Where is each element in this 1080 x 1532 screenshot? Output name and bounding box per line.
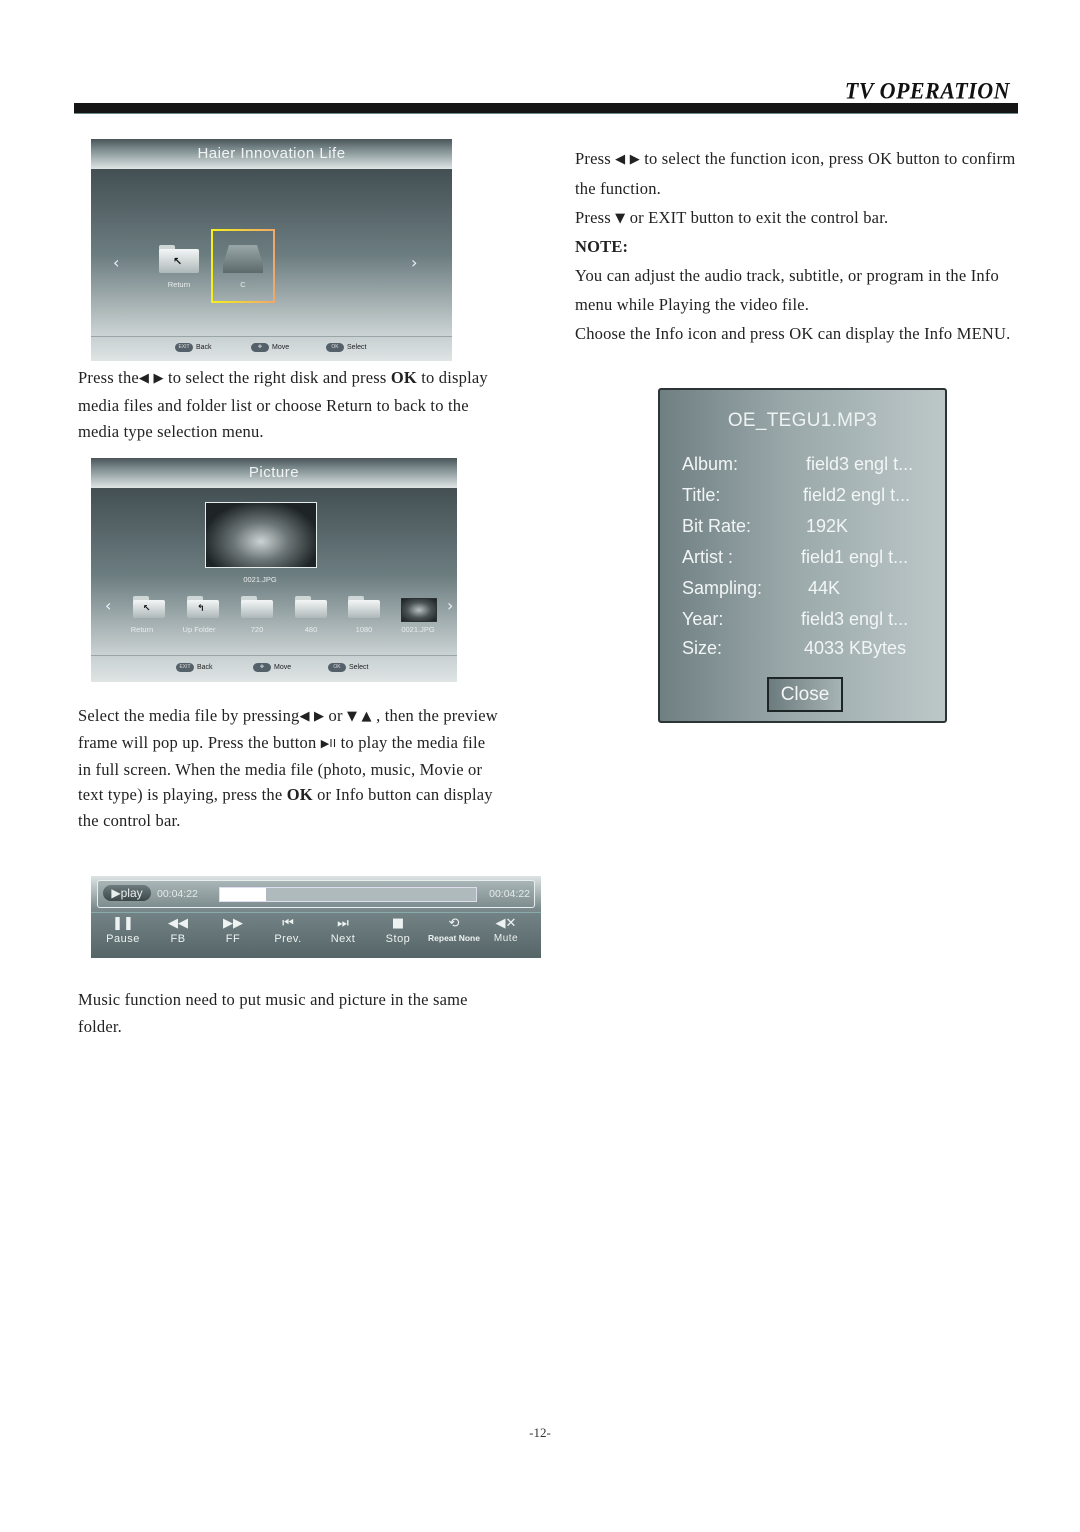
next-button[interactable]: ⏭ Next [315, 915, 371, 945]
move-key-icon: ✥ [253, 663, 271, 672]
folder-icon [295, 596, 327, 618]
progress-bar[interactable] [219, 887, 477, 902]
note-label: NOTE: [575, 237, 629, 256]
pause-button[interactable]: ❚❚ Pause [95, 915, 151, 945]
album-value: field3 engl t... [806, 454, 914, 474]
size-value: 4033 KBytes [804, 638, 907, 658]
control-buttons: ❚❚ Pause ◀◀ FB ▶▶ FF ⏮ Prev. ⏭ Next ■ Stop ⟲ Re… [91, 912, 541, 958]
bitrate-value: 192K [806, 516, 849, 536]
move-hint: ✥ Move [251, 343, 289, 352]
left-arrow-icon[interactable]: ‹ [105, 596, 111, 615]
back-hint: EXIT Back [176, 663, 213, 672]
right-arrow-icon[interactable]: › [411, 253, 417, 272]
fast-forward-button[interactable]: ▶▶ FF [205, 915, 261, 945]
screen-footer: EXIT Back ✥ Move OK Select [91, 655, 457, 682]
rewind-icon: ◀◀ [168, 916, 188, 931]
disk-c-item[interactable]: C [211, 229, 275, 303]
page-number: -12- [529, 1425, 551, 1440]
image-thumbnail-icon [401, 598, 437, 622]
album-label: Album: [682, 454, 739, 474]
repeat-icon: ⟲ [448, 916, 460, 931]
screen-title: Picture [91, 458, 457, 488]
size-label: Size: [682, 638, 723, 658]
status-strip: ▶play 00:04:22 00:04:22 [97, 880, 535, 908]
move-hint: ✥ Move [253, 663, 291, 672]
year-value: field3 engl t... [801, 609, 909, 629]
skip-previous-icon: ⏮ [282, 916, 294, 931]
disk-select-screen: Haier Innovation Life ‹ › ↖ Return C EXI… [91, 139, 452, 361]
elapsed-time: 00:04:22 [157, 888, 198, 900]
mute-button[interactable]: ◀✕ Mute [478, 915, 534, 944]
function-instructions: Press ◀ ▶ to select the function icon, p… [575, 144, 1035, 348]
down-up-arrows-icon: ▼ ▲ [347, 709, 372, 724]
pause-icon: ❚❚ [112, 916, 134, 931]
preview-frame [205, 502, 317, 568]
picture-browser-screen: Picture 0021.JPG ‹ › ↖ Return ↰ Up Folde… [91, 458, 457, 682]
ok-key-icon: OK [328, 663, 346, 672]
note-text-2: Choose the Info icon and press OK can di… [575, 324, 1011, 343]
play-status-badge: ▶play [103, 885, 151, 901]
left-right-arrows-icon: ◀ ▶ [615, 152, 640, 167]
folder-icon [348, 596, 380, 618]
title-label: Title: [682, 485, 721, 505]
stop-icon: ■ [391, 916, 405, 931]
left-right-arrows-icon: ◀ ▶ [299, 709, 325, 724]
stop-button[interactable]: ■ Stop [370, 915, 426, 945]
exit-key-icon: EXIT [176, 663, 194, 672]
header-rule [74, 103, 1018, 114]
info-dialog-title: OE_TEGU1.MP3 [727, 410, 878, 431]
artist-value: field1 engl t... [801, 547, 909, 567]
screen-title: Haier Innovation Life [91, 139, 452, 169]
bitrate-label: Bit Rate: [682, 516, 752, 536]
fast-forward-icon: ▶▶ [223, 916, 243, 931]
sampling-label: Sampling: [682, 578, 763, 598]
ok-key-icon: OK [326, 343, 344, 352]
progress-fill [220, 888, 267, 901]
disk-drive-icon [223, 245, 263, 273]
fast-backward-button[interactable]: ◀◀ FB [150, 915, 206, 945]
back-hint: EXIT Back [175, 343, 212, 352]
exit-key-icon: EXIT [175, 343, 193, 352]
media-select-instructions: Select the media file by pressing◀ ▶ or … [78, 706, 498, 831]
close-button[interactable]: Close [767, 677, 843, 712]
artist-label: Artist : [682, 547, 734, 567]
move-key-icon: ✥ [251, 343, 269, 352]
mute-icon: ◀✕ [495, 916, 517, 931]
left-right-arrows-icon: ◀ ▶ [138, 371, 164, 386]
return-folder-icon: ↖ [133, 596, 165, 618]
return-label: Return [167, 280, 191, 289]
total-time: 00:04:22 [489, 888, 530, 900]
disk-select-instructions: Press the◀ ▶ to select the right disk an… [78, 368, 488, 441]
repeat-button[interactable]: ⟲ Repeat None [426, 915, 482, 943]
right-arrow-icon[interactable]: › [447, 596, 453, 615]
playback-control-bar: ▶play 00:04:22 00:04:22 ❚❚ Pause ◀◀ FB ▶▶ F… [91, 876, 541, 958]
note-text-1: You can adjust the audio track, subtitle… [575, 266, 999, 314]
play-pause-icon: ▶II [320, 736, 337, 750]
screen-footer: EXIT Back ✥ Move OK Select [91, 336, 452, 361]
select-hint: OK Select [328, 663, 368, 672]
title-value: field2 engl t... [803, 485, 911, 505]
info-dialog: OE_TEGU1.MP3 Album: field3 engl t... Tit… [658, 388, 947, 723]
return-folder-icon: ↖ [159, 245, 199, 273]
up-folder-icon: ↰ [187, 596, 219, 618]
down-arrow-icon: ▼ [615, 211, 626, 226]
section-title: TV OPERATION [844, 77, 1010, 104]
left-arrow-icon[interactable]: ‹ [113, 253, 119, 272]
select-hint: OK Select [326, 343, 366, 352]
previous-button[interactable]: ⏮ Prev. [260, 915, 316, 945]
year-label: Year: [682, 609, 724, 629]
skip-next-icon: ⏭ [337, 916, 349, 931]
folder-icon [241, 596, 273, 618]
sampling-value: 44K [808, 578, 841, 598]
music-note: Music function need to put music and pic… [78, 990, 468, 1036]
preview-label: 0021.JPG [243, 575, 277, 584]
disk-c-label: C [240, 280, 246, 289]
